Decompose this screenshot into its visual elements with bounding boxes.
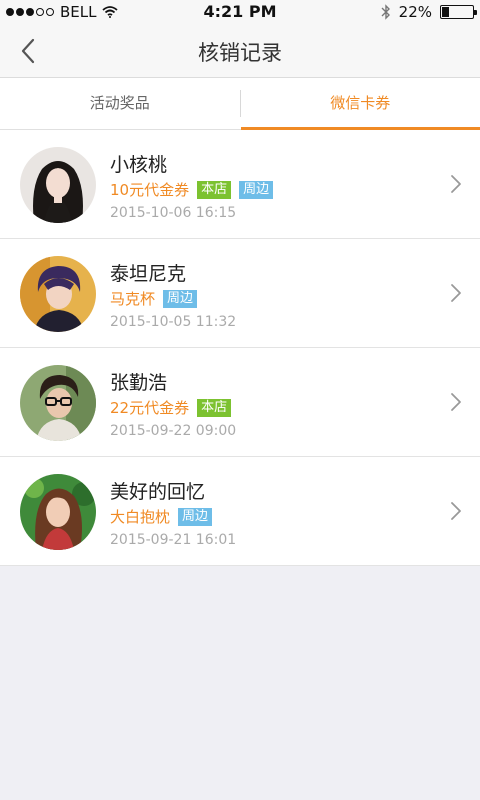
chevron-right-icon	[451, 175, 461, 193]
navigation-bar: 核销记录	[0, 24, 480, 78]
record-date: 2015-09-21 16:01	[110, 532, 237, 548]
battery-percent: 22%	[398, 3, 432, 21]
battery-icon	[440, 5, 477, 19]
chevron-right-icon	[451, 502, 461, 520]
record-name: 泰坦尼克	[110, 263, 187, 285]
avatar	[20, 147, 96, 223]
record-meta: 大白抱枕 周边	[110, 506, 213, 527]
prize-label: 22元代金券	[110, 399, 190, 417]
record-meta: 10元代金券 本店 周边	[110, 179, 274, 200]
store-tag: 本店	[197, 398, 232, 417]
record-name: 张勤浩	[110, 372, 168, 394]
record-date: 2015-09-22 09:00	[110, 423, 237, 439]
tab-bar: 活动奖品 微信卡券	[0, 78, 480, 130]
prize-label: 大白抱枕	[110, 508, 171, 526]
nearby-tag: 周边	[163, 289, 198, 308]
chevron-right-icon	[451, 284, 461, 302]
nearby-tag: 周边	[239, 180, 274, 199]
record-name: 小核桃	[110, 154, 168, 176]
record-row[interactable]: 美好的回忆 大白抱枕 周边 2015-09-21 16:01	[0, 457, 480, 566]
status-right: 22%	[381, 3, 477, 21]
store-tag: 本店	[197, 180, 232, 199]
avatar	[20, 474, 96, 550]
prize-label: 马克杯	[110, 290, 156, 308]
chevron-right-icon	[451, 393, 461, 411]
record-name: 美好的回忆	[110, 481, 206, 503]
record-row[interactable]: 小核桃 10元代金券 本店 周边 2015-10-06 16:15	[0, 130, 480, 239]
record-meta: 22元代金券 本店	[110, 397, 232, 418]
tab-wechat-coupons[interactable]: 微信卡券	[240, 78, 480, 130]
record-date: 2015-10-06 16:15	[110, 205, 237, 221]
page-title: 核销记录	[198, 41, 282, 65]
nearby-tag: 周边	[178, 507, 213, 526]
bluetooth-icon	[381, 4, 390, 20]
record-row[interactable]: 张勤浩 22元代金券 本店 2015-09-22 09:00	[0, 348, 480, 457]
record-list: 小核桃 10元代金券 本店 周边 2015-10-06 16:15 泰坦尼克 马…	[0, 130, 480, 566]
avatar	[20, 256, 96, 332]
record-meta: 马克杯 周边	[110, 288, 198, 309]
record-row[interactable]: 泰坦尼克 马克杯 周边 2015-10-05 11:32	[0, 239, 480, 348]
prize-label: 10元代金券	[110, 181, 190, 199]
record-date: 2015-10-05 11:32	[110, 314, 237, 330]
tab-activity-prizes[interactable]: 活动奖品	[0, 78, 240, 129]
status-bar: BELL 4:21 PM 22%	[0, 0, 480, 24]
avatar	[20, 365, 96, 441]
